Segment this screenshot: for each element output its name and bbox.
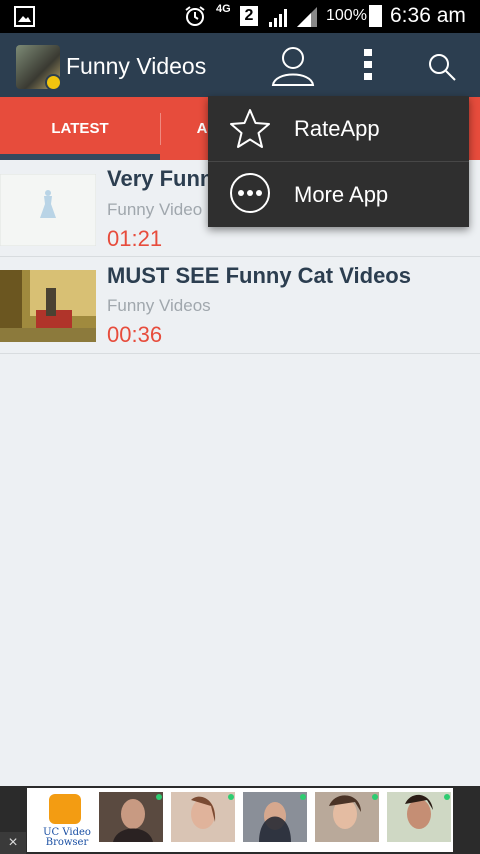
- online-dot: [228, 794, 234, 800]
- overflow-menu: RateApp More App: [208, 96, 469, 227]
- status-bar: 4G 2 100% 6:36 am: [0, 0, 480, 33]
- clock: 6:36 am: [390, 4, 466, 27]
- video-channel: Funny Video: [107, 200, 203, 219]
- video-channel: Funny Videos: [107, 296, 211, 315]
- menu-label: More App: [294, 182, 389, 207]
- video-duration: 00:36: [107, 322, 163, 347]
- battery-percent: 100%: [326, 7, 367, 24]
- ad-photo: [315, 792, 379, 842]
- app-logo: [16, 45, 62, 91]
- ad-photo: [387, 792, 451, 842]
- video-thumbnail[interactable]: [0, 174, 96, 246]
- signal-icon-2: [297, 7, 317, 27]
- network-type: 4G: [216, 3, 231, 15]
- video-duration: 01:21: [107, 226, 163, 251]
- menu-label: RateApp: [294, 116, 380, 141]
- list-item[interactable]: MUST SEE Funny Cat Videos Funny Videos 0…: [0, 257, 480, 354]
- ad-close-button[interactable]: ×: [0, 832, 26, 854]
- online-dot: [444, 794, 450, 800]
- overflow-menu-icon[interactable]: [360, 43, 376, 87]
- ad-banner[interactable]: UC Video Browser: [0, 786, 480, 854]
- online-dot: [372, 794, 378, 800]
- ad-photo: [243, 792, 307, 842]
- ad-photo: [171, 792, 235, 842]
- ad-content[interactable]: UC Video Browser: [27, 788, 453, 852]
- menu-item-more-app[interactable]: More App: [208, 162, 469, 227]
- more-dots-icon: [230, 173, 270, 213]
- ad-brand: UC Video Browser: [37, 828, 97, 848]
- video-title[interactable]: Very Funn: [107, 166, 213, 192]
- online-dot: [300, 794, 306, 800]
- sim-indicator: 2: [240, 6, 258, 26]
- profile-icon[interactable]: [270, 43, 316, 87]
- search-icon[interactable]: [426, 51, 458, 83]
- star-icon: [230, 109, 270, 148]
- alarm-icon: [185, 6, 205, 26]
- signal-icon: [269, 9, 287, 27]
- ad-brand-line2: Browser: [45, 837, 89, 848]
- app-bar: Funny Videos: [0, 33, 480, 97]
- tab-latest[interactable]: LATEST: [0, 97, 160, 160]
- image-icon: [14, 6, 35, 27]
- uc-browser-logo: [49, 794, 81, 824]
- video-thumbnail[interactable]: [0, 270, 96, 342]
- app-title: Funny Videos: [66, 53, 207, 79]
- online-dot: [156, 794, 162, 800]
- menu-item-rate-app[interactable]: RateApp: [208, 96, 469, 161]
- video-title[interactable]: MUST SEE Funny Cat Videos: [107, 263, 411, 289]
- ad-photo: [99, 792, 163, 842]
- battery-icon: [369, 5, 382, 27]
- tab-divider: [160, 113, 161, 145]
- logo-badge: [45, 74, 62, 91]
